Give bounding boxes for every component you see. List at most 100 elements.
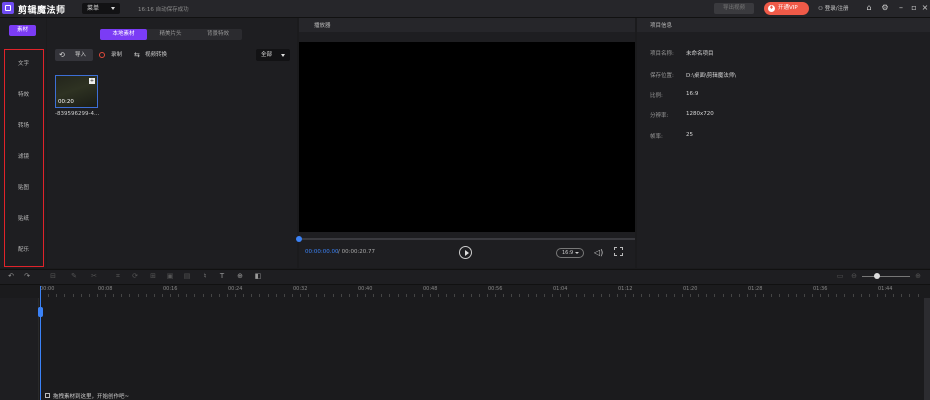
ruler-minor-tick (665, 294, 667, 297)
ruler-minor-tick (787, 294, 789, 297)
project-info-title: 项目信息 (650, 23, 673, 29)
add-clip-icon[interactable]: + (89, 78, 95, 84)
ruler-minor-tick (186, 294, 188, 297)
vip-button[interactable]: ♦ 开通VIP (764, 2, 809, 15)
playhead-handle[interactable] (38, 307, 43, 317)
tick-label: 00:00 (40, 286, 55, 292)
ruler-minor-tick (535, 294, 537, 297)
edit-icon[interactable]: ✎ (70, 272, 78, 280)
app-logo-icon (2, 2, 14, 14)
export-button[interactable]: 导出视频 (714, 3, 754, 14)
media-filter-select[interactable]: 全部 (256, 49, 290, 61)
zoom-out-icon[interactable]: ⊖ (850, 272, 858, 280)
cut-icon[interactable]: ✂ (90, 272, 98, 280)
category-item-transitions[interactable]: 转场 (5, 121, 42, 129)
scrubber-handle[interactable] (296, 236, 302, 242)
ruler-minor-tick (413, 294, 415, 297)
ruler-minor-tick (218, 294, 220, 297)
ruler-minor-tick (259, 294, 261, 297)
ruler-minor-tick (868, 294, 870, 297)
tab-local-media[interactable]: 本地素材 (100, 29, 147, 40)
category-item-effects[interactable]: 特效 (5, 90, 42, 98)
ruler-minor-tick (746, 294, 748, 297)
ruler-minor-tick (893, 294, 895, 297)
import-button[interactable]: ⟲ 导入 (55, 49, 93, 61)
zoom-slider-handle[interactable] (874, 273, 880, 279)
fullscreen-icon[interactable] (614, 247, 623, 256)
ruler-minor-tick (397, 294, 399, 297)
ruler-minor-tick (649, 294, 651, 297)
tab-intros[interactable]: 精美片头 (147, 29, 194, 40)
project-name-label: 项目名称: (650, 51, 674, 57)
playhead[interactable] (40, 286, 41, 400)
login-link[interactable]: ⚇ 登录/注册 (818, 4, 849, 12)
ruler-minor-tick (226, 294, 228, 297)
maximize-icon[interactable]: ▫ (909, 3, 919, 13)
split-icon[interactable]: ⊟ (49, 272, 57, 280)
ruler-minor-tick (381, 294, 383, 297)
menu-button[interactable]: 菜单 (82, 3, 120, 14)
ruler-minor-tick (421, 294, 423, 297)
ruler-minor-tick (291, 294, 293, 297)
aspect-ratio-select[interactable]: 16:9 (556, 248, 584, 258)
rotate-icon[interactable]: ⟳ (131, 272, 139, 280)
ruler-minor-tick (876, 294, 878, 297)
ruler-minor-tick (543, 294, 545, 297)
undo-icon[interactable]: ↶ (7, 272, 15, 280)
category-item-filters[interactable]: 滤镜 (5, 152, 42, 160)
filter-icon[interactable]: ⊕ (236, 272, 244, 280)
category-item-music[interactable]: 配乐 (5, 245, 42, 253)
tab-background-effects[interactable]: 背景特效 (194, 29, 242, 40)
close-icon[interactable]: × (920, 3, 930, 13)
volume-icon[interactable]: ◁) (594, 248, 603, 257)
microphone-icon[interactable]: ♮ (201, 272, 209, 280)
chevron-down-icon (281, 54, 285, 57)
tick-label: 01:20 (683, 286, 698, 292)
speed-icon[interactable]: ⊞ (149, 272, 157, 280)
category-item-text[interactable]: 文字 (5, 59, 42, 67)
ruler-minor-tick (592, 294, 594, 297)
timeline-scrollbar[interactable] (924, 298, 930, 400)
playback-scrubber[interactable] (299, 238, 635, 240)
record-icon (99, 52, 105, 58)
ruler-minor-tick (145, 294, 147, 297)
home-icon[interactable]: ⌂ (864, 3, 874, 13)
ruler-minor-tick (332, 294, 334, 297)
ruler-minor-tick (633, 294, 635, 297)
timeline-track-area[interactable] (0, 298, 930, 400)
category-item-stickers[interactable]: 贴纸 (5, 214, 42, 222)
video-preview[interactable] (299, 42, 635, 232)
ruler-minor-tick (80, 294, 82, 297)
clip-name: -839596299-4... (55, 111, 100, 117)
category-item-overlays[interactable]: 贴图 (5, 183, 42, 191)
ruler-minor-tick (64, 294, 66, 297)
minimize-icon[interactable]: – (896, 3, 906, 13)
timeline-ruler[interactable] (0, 285, 930, 299)
category-material-tab[interactable]: 素材 (9, 25, 36, 36)
ruler-minor-tick (235, 294, 236, 297)
fit-timeline-icon[interactable]: ▭ (836, 272, 844, 280)
play-icon[interactable] (459, 246, 472, 259)
layers-icon[interactable]: ◧ (254, 272, 262, 280)
redo-icon[interactable]: ↷ (23, 272, 31, 280)
ruler-minor-tick (356, 294, 358, 297)
zoom-in-icon[interactable]: ⊕ (914, 272, 922, 280)
zoom-slider[interactable] (862, 276, 910, 277)
frame-rate-value: 25 (686, 132, 693, 138)
settings-icon[interactable]: ⚙ (880, 3, 890, 13)
import-label: 导入 (75, 52, 87, 58)
resolution-label: 分辨率: (650, 113, 669, 119)
filter-value: 全部 (261, 52, 273, 58)
ruler-minor-tick (470, 294, 472, 297)
ruler-minor-tick (885, 294, 886, 297)
tick-label: 00:48 (423, 286, 438, 292)
text-to-speech-icon[interactable]: T (218, 272, 226, 280)
ruler-minor-tick (430, 294, 431, 297)
freeze-icon[interactable]: ▣ (166, 272, 174, 280)
ruler-minor-tick (828, 294, 830, 297)
crop-icon[interactable]: ⌗ (114, 272, 122, 280)
ruler-minor-tick (462, 294, 464, 297)
media-clip-thumbnail[interactable]: + 00:20 (55, 75, 98, 108)
delete-icon[interactable]: ▤ (183, 272, 191, 280)
ruler-minor-tick (844, 294, 846, 297)
